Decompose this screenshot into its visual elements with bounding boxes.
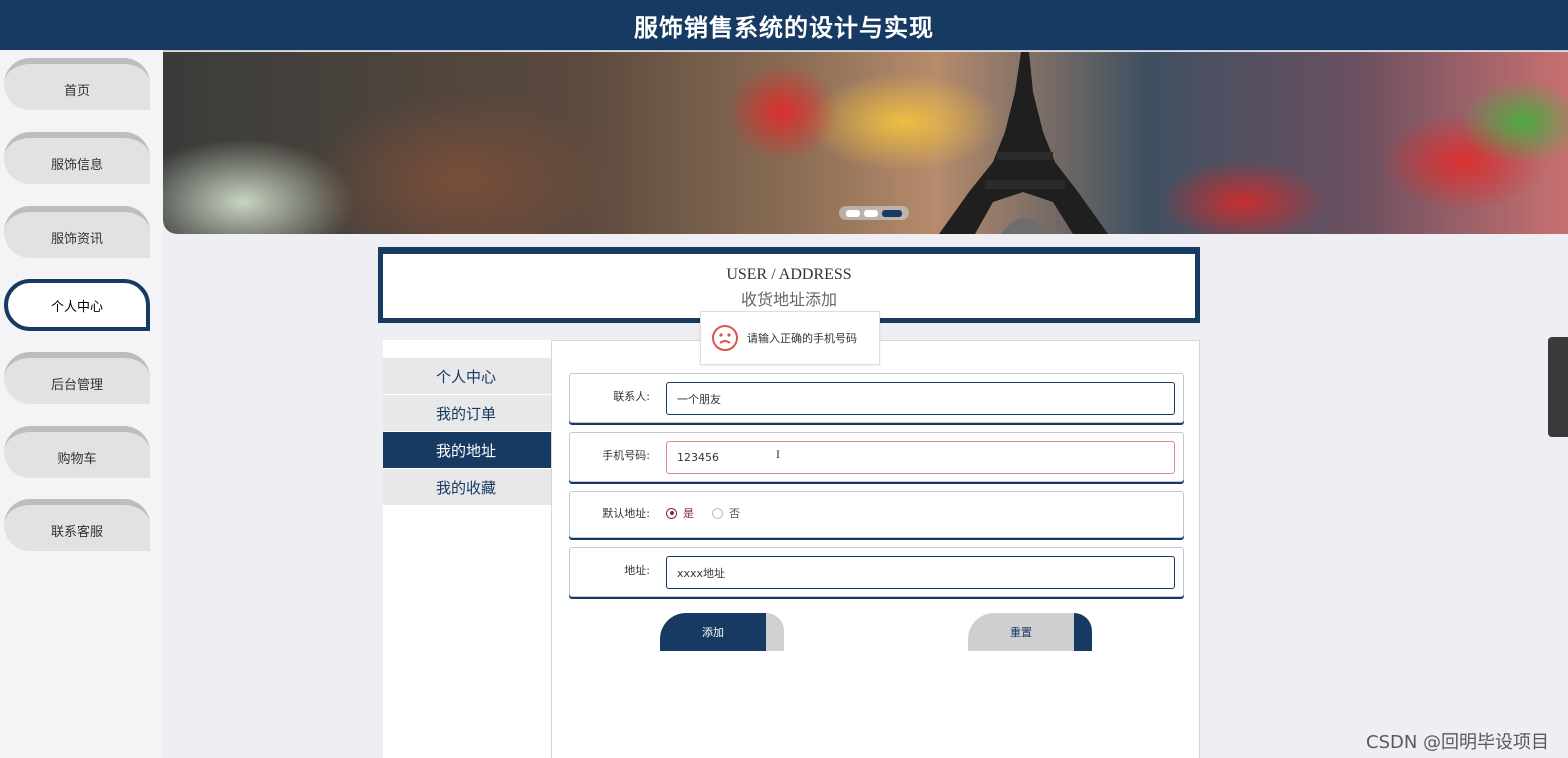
- side-item-my-address[interactable]: 我的地址: [383, 432, 551, 468]
- user-side-menu: 个人中心 我的订单 我的地址 我的收藏: [383, 340, 551, 758]
- phone-label: 手机号码:: [602, 449, 650, 462]
- error-toast: 请输入正确的手机号码: [700, 311, 880, 365]
- add-button[interactable]: 添加: [660, 613, 785, 651]
- nav-item-home[interactable]: 首页: [4, 58, 150, 110]
- top-header: 服饰销售系统的设计与实现: [0, 0, 1568, 50]
- reset-button-label: 重置: [968, 613, 1074, 651]
- nav-item-cart[interactable]: 购物车: [4, 426, 150, 478]
- sad-face-icon: [712, 325, 738, 351]
- nav-item-label: 后台管理: [50, 377, 103, 393]
- nav-item-clothing-news[interactable]: 服饰资讯: [4, 206, 150, 258]
- default-address-radio-group: 是 否: [666, 505, 740, 521]
- left-nav: 首页 服饰信息 服饰资讯 个人中心 后台管理 购物车 联系客服: [0, 50, 163, 758]
- nav-item-customer-service[interactable]: 联系客服: [4, 499, 150, 551]
- address-form-panel: 联系人: 手机号码: I 默认地址: 是 否 地址: 添加 重置: [551, 340, 1200, 758]
- default-yes-label[interactable]: 是: [683, 505, 694, 521]
- address-label: 地址:: [624, 564, 650, 577]
- side-item-my-orders[interactable]: 我的订单: [383, 395, 551, 431]
- nav-item-label: 服饰信息: [50, 157, 103, 173]
- toast-message: 请输入正确的手机号码: [747, 332, 857, 345]
- side-item-personal-center[interactable]: 个人中心: [383, 358, 551, 394]
- carousel-indicators: [839, 206, 909, 220]
- side-item-my-favorites[interactable]: 我的收藏: [383, 469, 551, 505]
- nav-item-label: 联系客服: [50, 524, 103, 540]
- carousel-dot[interactable]: [864, 209, 878, 217]
- contact-input[interactable]: [666, 382, 1175, 415]
- default-yes-radio[interactable]: [666, 507, 677, 519]
- side-item-label: 我的收藏: [436, 478, 497, 497]
- default-address-label: 默认地址:: [602, 507, 650, 520]
- side-item-label: 我的订单: [436, 404, 497, 423]
- nav-item-clothing-info[interactable]: 服饰信息: [4, 132, 150, 184]
- side-drawer-handle[interactable]: [1548, 337, 1568, 437]
- eiffel-tower-image: [939, 52, 1108, 234]
- default-address-row: 默认地址: 是 否: [569, 491, 1184, 538]
- add-button-label: 添加: [660, 613, 766, 651]
- reset-button[interactable]: 重置: [968, 613, 1093, 651]
- contact-row: 联系人:: [569, 373, 1184, 423]
- default-no-radio[interactable]: [712, 507, 723, 519]
- nav-item-personal-center[interactable]: 个人中心: [4, 279, 150, 331]
- nav-item-label: 个人中心: [50, 299, 103, 315]
- address-row: 地址:: [569, 547, 1184, 597]
- watermark: CSDN @回明毕设项目: [1366, 732, 1550, 753]
- default-no-label[interactable]: 否: [729, 505, 740, 521]
- nav-item-label: 服饰资讯: [50, 231, 103, 247]
- carousel-dot-active[interactable]: [882, 209, 902, 217]
- nav-item-label: 首页: [63, 83, 90, 99]
- section-title-en: USER / ADDRESS: [726, 266, 852, 283]
- address-input[interactable]: [666, 556, 1175, 589]
- side-item-label: 个人中心: [436, 367, 497, 386]
- phone-input[interactable]: [666, 441, 1175, 474]
- phone-row: 手机号码: I: [569, 432, 1184, 482]
- text-cursor-icon: I: [776, 447, 780, 461]
- nav-item-admin[interactable]: 后台管理: [4, 352, 150, 404]
- contact-label: 联系人:: [613, 390, 650, 403]
- banner-carousel[interactable]: [163, 52, 1568, 234]
- nav-item-label: 购物车: [57, 451, 97, 467]
- section-title-cn: 收货地址添加: [740, 292, 837, 309]
- site-title: 服饰销售系统的设计与实现: [634, 13, 934, 42]
- side-item-label: 我的地址: [436, 441, 497, 460]
- carousel-dot[interactable]: [846, 209, 860, 217]
